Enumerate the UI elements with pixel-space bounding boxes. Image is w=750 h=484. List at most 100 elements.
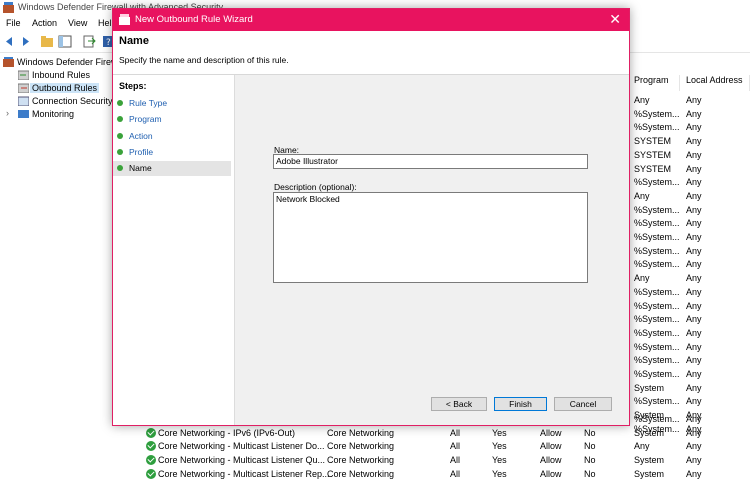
table-row[interactable]: Core Networking - Multicast Listener Rep… — [140, 468, 750, 482]
expand-chevron-icon[interactable]: › — [6, 108, 9, 118]
firewall-icon — [119, 14, 130, 25]
local-address-cell: Any — [686, 163, 702, 174]
step-profile[interactable]: Profile — [113, 145, 231, 160]
menu-action[interactable]: Action — [32, 18, 57, 28]
step-name[interactable]: Name — [113, 161, 231, 176]
program-cell: System — [634, 382, 665, 393]
rule-name-cell: Core Networking - IPv6 (IPv6-Out) — [158, 427, 296, 438]
program-cell: System — [634, 468, 665, 479]
group-cell: Core Networking — [327, 441, 395, 452]
step-rule-type[interactable]: Rule Type — [113, 96, 231, 111]
program-cell: %System... — [634, 259, 680, 270]
program-cell: %System... — [634, 218, 680, 229]
back-arrow-icon[interactable] — [3, 35, 17, 48]
program-cell: Any — [634, 441, 650, 452]
cancel-button[interactable]: Cancel — [554, 397, 612, 411]
step-label: Profile — [129, 147, 154, 157]
tree-item-label: Connection Security — [32, 96, 113, 106]
local-address-cell: Any — [686, 204, 702, 215]
step-program[interactable]: Program — [113, 112, 231, 127]
step-complete-icon — [117, 133, 123, 139]
program-cell: SYSTEM — [634, 136, 672, 147]
export-list-icon[interactable] — [82, 35, 96, 48]
group-cell: Core Networking — [327, 455, 395, 466]
group-cell: Core Networking — [327, 468, 395, 479]
wizard-subheading: Specify the name and description of this… — [119, 55, 289, 65]
enabled-cell: Yes — [492, 427, 507, 438]
profile-cell: All — [450, 468, 461, 479]
show-hide-tree-icon[interactable] — [58, 35, 72, 48]
local-address-cell: Any — [686, 427, 702, 438]
firewall-app-icon — [3, 2, 14, 13]
enabled-cell: Yes — [492, 468, 507, 479]
program-cell: System — [634, 427, 665, 438]
description-label: Description (optional): — [274, 182, 357, 192]
step-action[interactable]: Action — [113, 129, 231, 144]
finish-button[interactable]: Finish — [494, 397, 547, 411]
step-complete-icon — [117, 116, 123, 122]
table-row[interactable]: Core Networking - Multicast Listener Qu.… — [140, 454, 750, 468]
program-cell: %System... — [634, 122, 680, 133]
override-cell: No — [584, 427, 596, 438]
back-button[interactable]: < Back — [431, 397, 487, 411]
local-address-cell: Any — [686, 455, 702, 466]
wizard-header: Name Specify the name and description of… — [113, 31, 629, 75]
folder-up-icon[interactable] — [40, 35, 54, 48]
local-address-cell: Any — [686, 259, 702, 270]
program-cell: %System... — [634, 300, 680, 311]
local-address-cell: Any — [686, 273, 702, 284]
steps-panel: Steps: Rule Type Program Action Profile … — [113, 75, 235, 425]
steps-header: Steps: — [119, 81, 147, 91]
local-address-cell: Any — [686, 355, 702, 366]
connection-security-icon — [18, 96, 29, 106]
step-label: Action — [129, 131, 153, 141]
profile-cell: All — [450, 427, 461, 438]
program-cell: Any — [634, 95, 650, 105]
table-row[interactable]: Core Networking - IPv6 (IPv6-Out) Core Ne… — [140, 427, 750, 441]
program-cell: Any — [634, 190, 650, 201]
enabled-cell: Yes — [492, 441, 507, 452]
program-cell: %System... — [634, 108, 680, 119]
outbound-rules-icon — [18, 83, 29, 93]
enabled-cell: Yes — [492, 455, 507, 466]
program-cell: %System... — [634, 369, 680, 379]
local-address-cell: Any — [686, 396, 702, 407]
local-address-cell: Any — [686, 136, 702, 147]
action-cell: Allow — [540, 468, 562, 479]
wizard-heading: Name — [119, 35, 149, 47]
local-address-cell: Any — [686, 382, 702, 393]
local-address-cell: Any — [686, 108, 702, 119]
table-row[interactable]: Core Networking - Multicast Listener Do.… — [140, 440, 750, 454]
program-cell: Any — [634, 273, 650, 284]
step-label: Rule Type — [129, 98, 168, 108]
local-address-cell: Any — [686, 122, 702, 133]
program-cell: %System... — [634, 286, 680, 297]
name-input[interactable]: Adobe Illustrator — [273, 154, 588, 169]
column-header-local-address[interactable]: Local Address — [682, 75, 750, 91]
column-header-program[interactable]: Program — [630, 75, 680, 91]
wizard-title: New Outbound Rule Wizard — [135, 14, 253, 25]
firewall-icon — [3, 57, 14, 67]
tree-item-label: Inbound Rules — [32, 70, 91, 80]
tree-item-label: Monitoring — [32, 109, 75, 119]
svg-text:?: ? — [106, 38, 111, 48]
forward-arrow-icon[interactable] — [18, 35, 32, 48]
program-cell: %System... — [634, 396, 680, 407]
tree-item-label: Outbound Rules — [30, 83, 100, 93]
program-cell: %System... — [634, 341, 680, 352]
step-current-icon — [117, 165, 123, 171]
local-address-cell: Any — [686, 369, 702, 379]
local-address-cell: Any — [686, 177, 702, 188]
enabled-check-icon — [146, 468, 156, 479]
menu-view[interactable]: View — [68, 18, 87, 28]
program-cell: %System... — [634, 327, 680, 338]
description-textarea[interactable]: Network Blocked — [273, 192, 588, 283]
local-address-cell: Any — [686, 218, 702, 229]
program-cell: %System... — [634, 204, 680, 215]
menu-file[interactable]: File — [6, 18, 21, 28]
close-icon[interactable]: ✕ — [609, 11, 621, 27]
local-address-cell: Any — [686, 232, 702, 242]
program-cell: SYSTEM — [634, 163, 672, 174]
step-label: Program — [129, 114, 162, 124]
profile-cell: All — [450, 455, 461, 466]
